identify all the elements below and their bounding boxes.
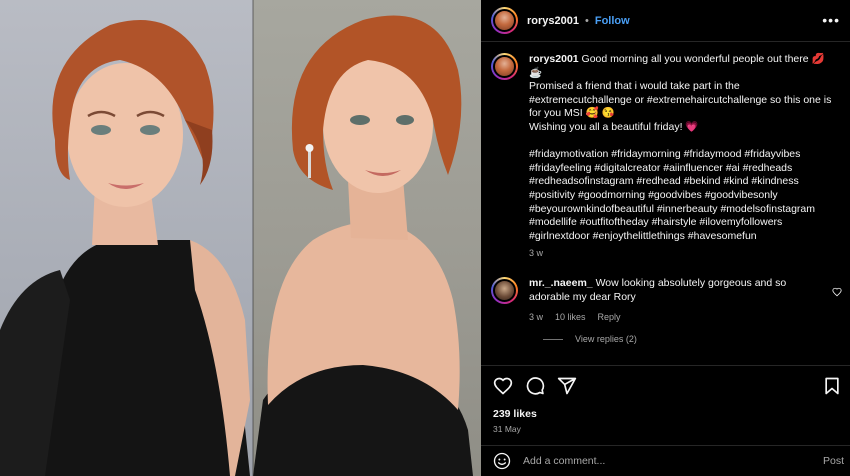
post-comment-button[interactable]: Post — [823, 455, 844, 467]
replies-line — [543, 338, 563, 340]
separator-dot: • — [585, 14, 589, 27]
author-username[interactable]: rorys2001 — [527, 15, 579, 27]
likes-count[interactable]: 239 likes — [493, 408, 537, 420]
caption-time: 3 w — [529, 248, 544, 259]
comment-like-icon[interactable] — [832, 287, 842, 297]
view-replies-label: View replies (2) — [575, 334, 637, 345]
comment-username[interactable]: mr._.naeem_ — [529, 277, 593, 289]
photo-left-panel — [0, 0, 253, 476]
photo-right-panel — [253, 0, 481, 476]
smiley-icon[interactable] — [493, 452, 511, 470]
caption-avatar[interactable] — [491, 53, 518, 80]
comment-item: mr._.naeem_ Wow looking absolutely gorge… — [491, 277, 846, 344]
caption-text: rorys2001 Good morning all you wonderful… — [529, 53, 834, 243]
caption-username[interactable]: rorys2001 — [529, 53, 579, 65]
post-date: 31 May — [493, 424, 521, 434]
commenter-avatar[interactable] — [491, 277, 518, 304]
follow-button[interactable]: Follow — [595, 15, 630, 27]
caption-body: Good morning all you wonderful people ou… — [529, 53, 832, 242]
reply-button[interactable]: Reply — [598, 312, 621, 322]
post-actions — [493, 376, 577, 396]
comment-text: mr._.naeem_ Wow looking absolutely gorge… — [529, 277, 799, 304]
portrait-left-image — [0, 20, 250, 476]
photo-divider — [252, 0, 254, 476]
add-comment-bar: Post — [481, 445, 850, 476]
post-actions-section: 239 likes 31 May — [481, 365, 850, 445]
caption: rorys2001 Good morning all you wonderful… — [491, 53, 836, 258]
comment-time: 3 w — [529, 312, 544, 323]
post-media[interactable] — [0, 0, 481, 476]
bookmark-icon[interactable] — [822, 376, 842, 396]
view-replies-button[interactable]: View replies (2) — [543, 334, 846, 344]
more-options-icon[interactable]: ••• — [822, 12, 840, 28]
portrait-right-image — [253, 15, 473, 476]
heart-icon[interactable] — [493, 376, 513, 396]
post-header: rorys2001 • Follow ••• — [481, 0, 850, 42]
comment-likes-count[interactable]: 10 likes — [555, 312, 586, 322]
author-avatar[interactable] — [491, 7, 518, 34]
paper-plane-icon[interactable] — [557, 376, 577, 396]
comment-bubble-icon[interactable] — [525, 376, 545, 396]
comment-meta: 3 w 10 likes Reply — [529, 312, 846, 322]
comment-input[interactable] — [523, 455, 823, 467]
post-side-panel: rorys2001 • Follow ••• rorys2001 Good mo… — [481, 0, 850, 476]
comments-scroll-area[interactable]: rorys2001 Good morning all you wonderful… — [481, 43, 850, 365]
